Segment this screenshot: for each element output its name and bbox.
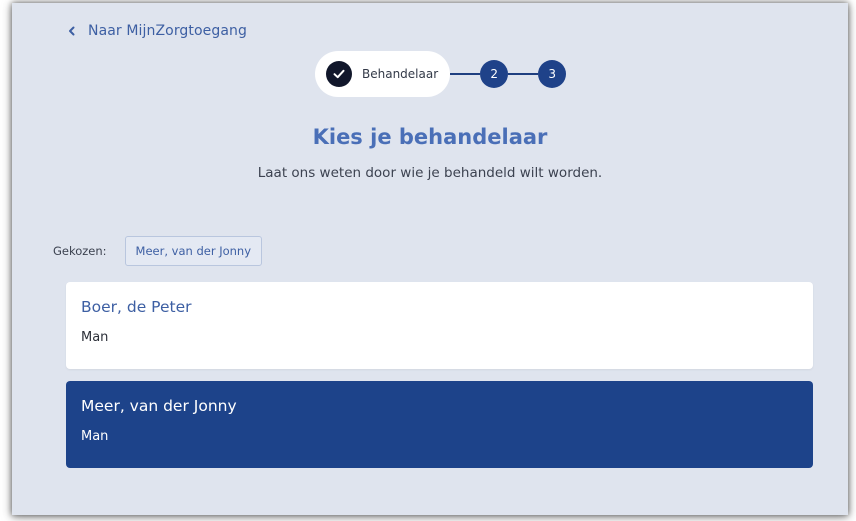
stepper: Behandelaar 2 3 (315, 51, 567, 97)
chosen-chip: Meer, van der Jonny (124, 236, 263, 266)
step-3: 3 (538, 60, 567, 88)
practitioner-gender: Man (81, 429, 109, 444)
step-1-check (326, 61, 352, 87)
step-1-label: Behandelaar (362, 67, 439, 81)
practitioner-name: Meer, van der Jonny (81, 397, 237, 415)
step-connector (508, 73, 539, 75)
chevron-left-icon (69, 26, 75, 36)
step-connector (450, 73, 481, 75)
practitioner-gender: Man (81, 330, 109, 345)
practitioner-card-selected[interactable]: Meer, van der Jonny Man (66, 381, 813, 468)
chosen-selection: Gekozen: Meer, van der Jonny (53, 236, 263, 266)
practitioner-card[interactable]: Boer, de Peter Man (66, 282, 813, 369)
practitioner-name: Boer, de Peter (81, 298, 192, 316)
back-link-label: Naar MijnZorgtoegang (88, 23, 248, 39)
step-2: 2 (480, 60, 509, 88)
page-subtitle: Laat ons weten door wie je behandeld wil… (257, 165, 603, 181)
back-link[interactable]: Naar MijnZorgtoegang (66, 23, 247, 39)
check-icon (333, 69, 345, 79)
step-1: Behandelaar (315, 51, 451, 97)
page-title: Kies je behandelaar (312, 125, 548, 149)
app-window: Naar MijnZorgtoegang Behandelaar 2 3 Kie… (12, 3, 848, 515)
chosen-label: Gekozen: (53, 244, 107, 258)
